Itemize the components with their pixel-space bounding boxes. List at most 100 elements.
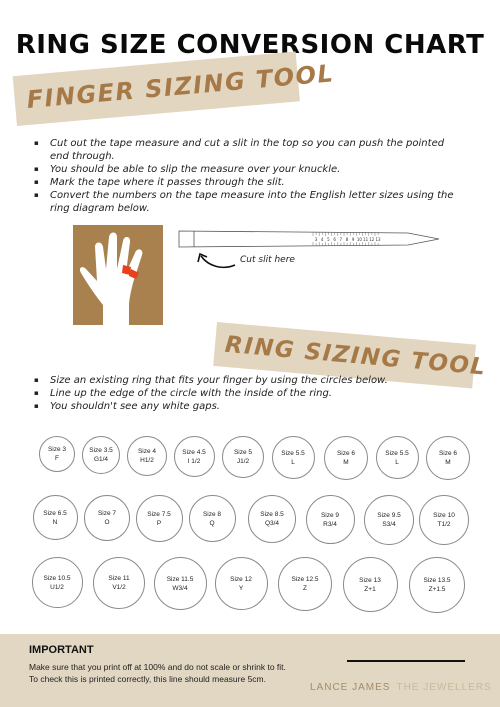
ring-us-size: Size 8.5 (260, 511, 284, 518)
ring-circle: Size 11 V1/2 (93, 557, 145, 609)
instruction-item: Size an existing ring that fits your fin… (32, 374, 462, 387)
instruction-item: You should be able to slip the measure o… (32, 163, 462, 176)
ring-uk-letter: Y (238, 584, 244, 592)
tape-number: 5 (327, 237, 330, 242)
ring-uk-letter: T1/2 (437, 521, 451, 528)
ring-uk-letter: O (104, 519, 110, 526)
finger-sizing-heading: FINGER SIZING TOOL (12, 51, 335, 126)
ring-circle: Size 5.5 L (375, 436, 419, 479)
ring-uk-letter: W3/4 (172, 584, 188, 592)
ring-us-size: Size 5.5 (281, 449, 305, 457)
ring-us-size: Size 6.5 (43, 509, 67, 517)
ring-uk-letter: Q3/4 (264, 520, 280, 527)
ring-uk-letter: Z (303, 585, 307, 592)
tape-number: 12 (369, 237, 375, 242)
ring-circle: Size 5.5 L (271, 436, 315, 479)
instruction-item: Convert the numbers on the tape measure … (32, 189, 462, 215)
ring-uk-letter: H1/2 (140, 457, 154, 464)
five-cm-measure-line (347, 660, 465, 662)
ring-circle: Size 9.5 S3/4 (364, 495, 414, 545)
ring-uk-letter: M (343, 459, 349, 466)
finger-instructions: Cut out the tape measure and cut a slit … (32, 137, 462, 215)
ring-circle: Size 10 T1/2 (419, 495, 469, 545)
instruction-item: You shouldn't see any white gaps. (32, 400, 462, 413)
ring-uk-letter: G1/4 (93, 456, 109, 463)
ring-us-size: Size 11.5 (166, 575, 194, 583)
ring-us-size: Size 6 (336, 450, 356, 457)
ring-us-size: Size 3 (47, 446, 67, 453)
ring-circle: Size 6 M (426, 436, 470, 480)
ring-uk-letter: Z+1 (364, 585, 376, 593)
ring-circle: Size 7.5 P (135, 495, 183, 542)
ring-circle: Size 12 Y (214, 557, 268, 610)
ring-circle: Size 13.5 Z+1.5 (409, 557, 465, 613)
ring-us-size: Size 5 (233, 449, 253, 456)
ring-uk-letter: S3/4 (382, 521, 396, 528)
ring-us-size: Size 4 (137, 448, 157, 455)
tape-number: 11 (363, 237, 369, 242)
tape-number: 3 (315, 237, 318, 242)
ring-us-size: Size 11 (108, 575, 130, 582)
ring-circle: Size 4 H1/2 (127, 436, 167, 476)
ring-circle: Size 12.5 Z (278, 557, 332, 611)
ring-circle: Size 11.5 W3/4 (153, 557, 207, 610)
ring-us-size: Size 6 (438, 450, 458, 457)
ring-circle: Size 9 R3/4 (305, 495, 355, 544)
ring-us-size: Size 8 (202, 510, 222, 518)
curved-arrow-icon (197, 252, 236, 269)
ring-uk-letter: J1/2 (236, 458, 250, 465)
ring-circle: Size 3 F (39, 436, 75, 472)
ring-us-size: Size 10 (433, 512, 455, 519)
ring-uk-letter: P (156, 519, 162, 527)
ring-circle: Size 4.5 I 1/2 (173, 436, 215, 477)
ring-uk-letter: L (395, 458, 399, 466)
ring-uk-letter: M (445, 459, 451, 466)
ring-us-size: Size 12 (230, 575, 252, 583)
ring-uk-letter: F (55, 455, 59, 462)
ring-circle: Size 13 Z+1 (342, 557, 398, 612)
ring-circle: Size 5 J1/2 (222, 436, 264, 478)
ring-uk-letter: Z+1.5 (428, 586, 446, 593)
print-instruction: Make sure that you print off at 100% and… (29, 662, 286, 672)
ring-circle: Size 10.5 U1/2 (31, 557, 83, 608)
hand-illustration-icon (73, 225, 163, 325)
tape-number: 4 (321, 237, 324, 242)
tape-number: 9 (352, 237, 355, 242)
instruction-item: Line up the edge of the circle with the … (32, 387, 462, 400)
tape-number: 13 (375, 237, 381, 242)
ring-uk-letter: R3/4 (323, 520, 337, 528)
tape-number: 8 (346, 237, 349, 242)
tape-measure-icon: 3 4 5 6 7 8 9 10 11 12 13 (178, 230, 440, 248)
ring-circle: Size 7 O (84, 495, 130, 541)
ring-uk-letter: I 1/2 (187, 457, 201, 465)
ring-circle: Size 6 M (324, 436, 368, 480)
ring-us-size: Size 10.5 (43, 574, 71, 582)
ring-us-size: Size 7.5 (147, 510, 171, 518)
ring-instructions: Size an existing ring that fits your fin… (32, 374, 462, 413)
ring-uk-letter: L (291, 458, 295, 466)
ring-us-size: Size 9 (320, 511, 340, 519)
ring-us-size: Size 4.5 (182, 448, 206, 456)
cut-slit-label: Cut slit here (240, 255, 295, 265)
ring-us-size: Size 5.5 (385, 449, 409, 457)
ring-circle: Size 8.5 Q3/4 (248, 495, 296, 543)
instruction-item: Mark the tape where it passes through th… (32, 176, 462, 189)
ring-circle: Size 6.5 N (32, 495, 78, 540)
ring-us-size: Size 9.5 (377, 512, 401, 519)
tape-number: 10 (357, 237, 363, 242)
ring-uk-letter: V1/2 (112, 584, 126, 591)
tape-number: 7 (340, 237, 343, 242)
ring-circle: Size 8Q (188, 495, 236, 542)
ring-us-size: Size 7 (97, 510, 117, 517)
measure-instruction: To check this is printed correctly, this… (29, 674, 266, 684)
brand-secondary: THE JEWELLERS (396, 682, 492, 693)
ring-uk-letter: N (52, 518, 58, 526)
ring-circle: Size 3.5 G1/4 (82, 436, 120, 474)
brand-primary: LANCE JAMES (310, 682, 391, 693)
important-heading: IMPORTANT (29, 644, 94, 656)
ring-us-size: Size 13.5 (423, 577, 451, 584)
ring-uk-letter: Q (209, 519, 215, 527)
important-footer: IMPORTANT Make sure that you print off a… (0, 634, 500, 707)
ring-us-size: Size 3.5 (89, 447, 113, 454)
instruction-item: Cut out the tape measure and cut a slit … (32, 137, 462, 163)
